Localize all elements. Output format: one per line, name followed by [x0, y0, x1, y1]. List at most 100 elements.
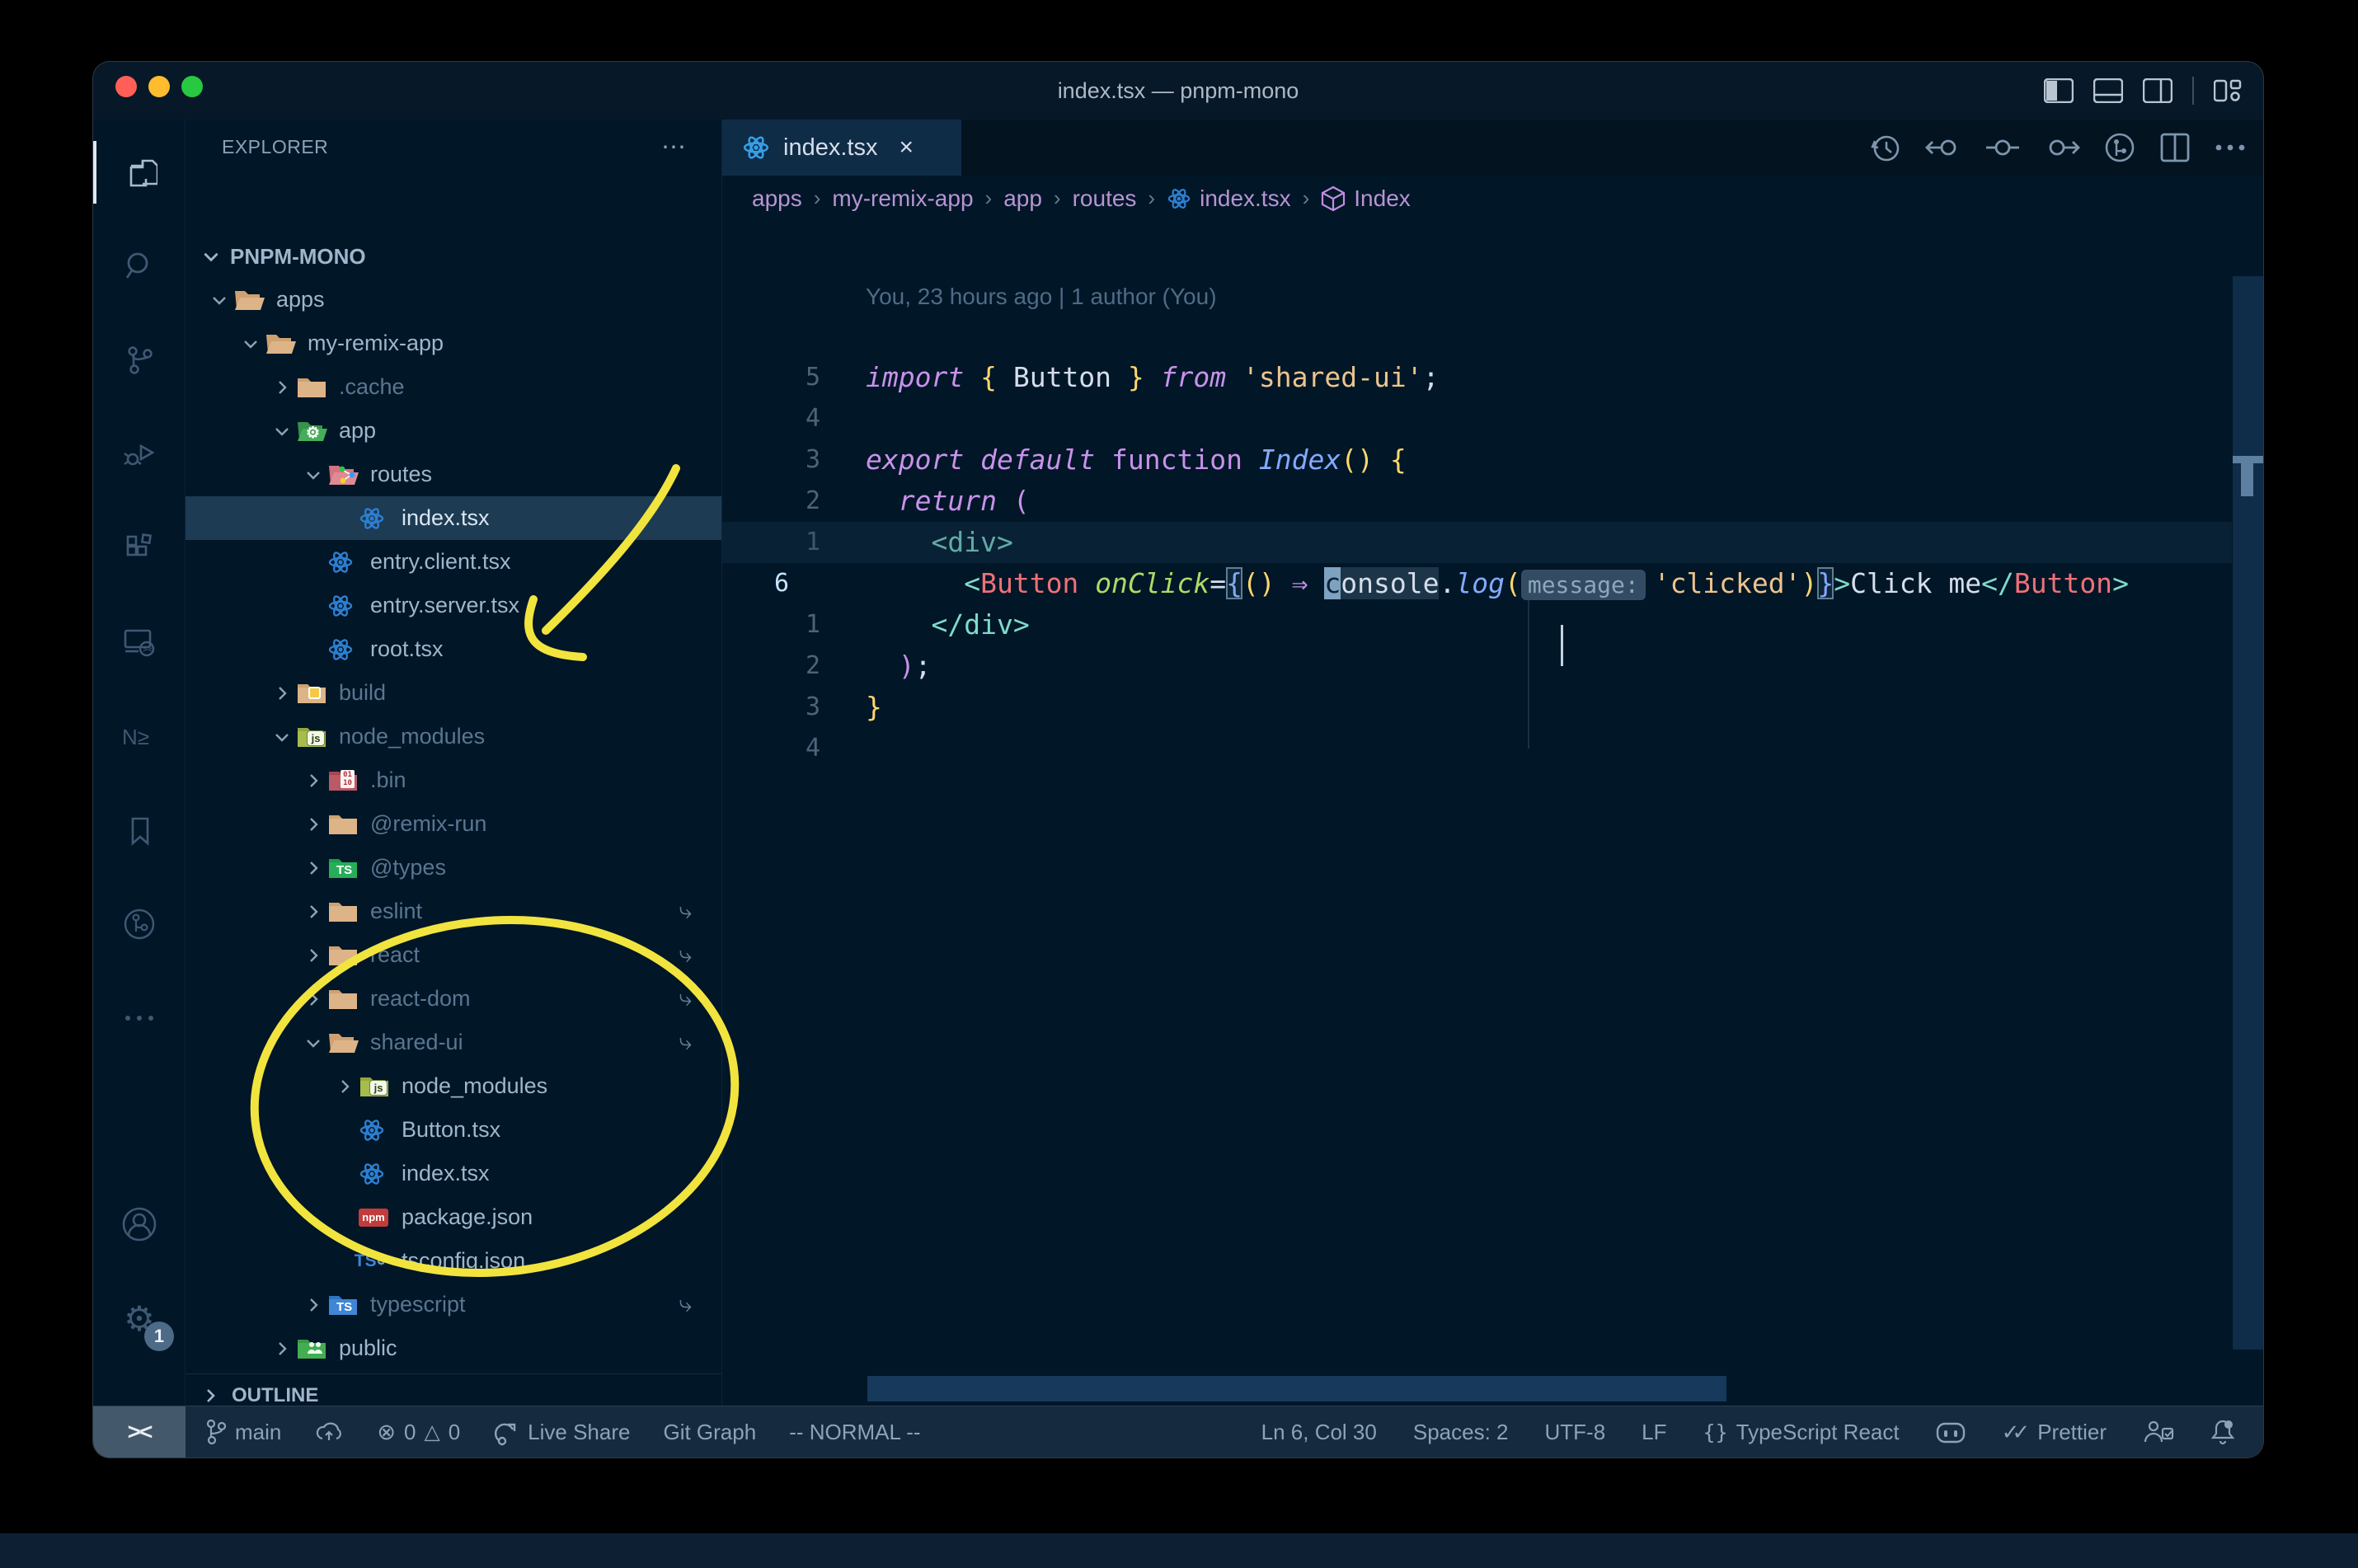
- workspace-root-label: PNPM-MONO: [230, 243, 366, 269]
- explorer-more-actions-icon[interactable]: ⋯: [661, 133, 688, 162]
- tree-item-@types[interactable]: TS @types: [186, 846, 721, 890]
- breadcrumb-item[interactable]: index.tsx: [1167, 185, 1291, 212]
- status-language-mode[interactable]: {} TypeScript React: [1703, 1420, 1900, 1445]
- status-feedback[interactable]: [2143, 1419, 2174, 1445]
- code-line: 1 <div>: [722, 481, 2232, 558]
- toggle-secondary-sidebar-icon[interactable]: [2143, 78, 2172, 103]
- horizontal-scrollbar[interactable]: [867, 1376, 1726, 1401]
- status-live-share[interactable]: Live Share: [493, 1418, 630, 1446]
- tree-item-entry.client.tsx[interactable]: entry.client.tsx: [186, 540, 721, 584]
- chevron-right-icon: [299, 946, 327, 965]
- sidebar-title: EXPLORER: [222, 135, 329, 157]
- status-eol[interactable]: LF: [1642, 1420, 1666, 1445]
- folder-icon: [327, 985, 364, 1013]
- activity-nx-console[interactable]: N≥: [93, 695, 186, 777]
- tree-item-label: typescript: [370, 1292, 466, 1317]
- react-icon: [327, 592, 364, 620]
- tree-item-label: @types: [370, 855, 446, 880]
- activity-git-graph[interactable]: [93, 883, 186, 965]
- tree-item-Button.tsx[interactable]: Button.tsx: [186, 1108, 721, 1152]
- tree-item-@remix-run[interactable]: @remix-run: [186, 802, 721, 846]
- tree-item-shared-ui[interactable]: shared-ui ⤷: [186, 1021, 721, 1064]
- tree-item-typescript[interactable]: TS typescript ⤷: [186, 1283, 721, 1326]
- tree-item-label: eslint: [370, 899, 423, 923]
- tree-item-.bin[interactable]: 01 10 .bin: [186, 758, 721, 802]
- activity-remote-explorer[interactable]: ><: [93, 601, 186, 683]
- status-copilot[interactable]: [1936, 1419, 1966, 1445]
- code-line: 1 </div>: [722, 563, 2232, 641]
- status-git-graph[interactable]: Git Graph: [663, 1420, 756, 1445]
- tree-item-react[interactable]: react ⤷: [186, 933, 721, 977]
- breadcrumb-item[interactable]: routes: [1073, 185, 1137, 212]
- activity-extensions[interactable]: [93, 507, 186, 589]
- titlebar: index.tsx — pnpm-mono: [93, 62, 2263, 120]
- breadcrumb-item[interactable]: Index: [1321, 185, 1411, 212]
- tree-item-entry.server.tsx[interactable]: entry.server.tsx: [186, 584, 721, 627]
- status-cursor-position[interactable]: Ln 6, Col 30: [1261, 1420, 1377, 1445]
- code-editor[interactable]: You, 23 hours ago | 1 author (You) 5 impo…: [722, 221, 2232, 1406]
- status-vim-mode[interactable]: -- NORMAL --: [789, 1420, 920, 1445]
- folder-icon: js: [296, 723, 332, 751]
- status-encoding[interactable]: UTF-8: [1545, 1420, 1606, 1445]
- change-node-icon[interactable]: [1985, 133, 2021, 162]
- tree-item-node_modules[interactable]: js node_modules: [186, 1064, 721, 1108]
- status-notifications[interactable]: [2210, 1418, 2235, 1446]
- tree-item-label: tsconfig.json: [402, 1248, 526, 1273]
- tree-item-my-remix-app[interactable]: my-remix-app: [186, 322, 721, 365]
- chevron-right-icon: [268, 378, 296, 397]
- tree-item-tsconfig.json[interactable]: TS ⚙ tsconfig.json: [186, 1239, 721, 1283]
- remote-indicator[interactable]: ><: [93, 1406, 186, 1458]
- status-sync[interactable]: [314, 1420, 344, 1444]
- folder-icon: TS: [327, 1291, 364, 1319]
- timeline-icon[interactable]: [1869, 131, 1902, 164]
- folder-icon: TS: [327, 854, 364, 882]
- activity-source-control[interactable]: [93, 319, 186, 401]
- status-prettier[interactable]: ✓✓ Prettier: [2002, 1420, 2107, 1445]
- tree-item-build[interactable]: build: [186, 671, 721, 715]
- activity-more-views[interactable]: [93, 977, 186, 1059]
- activity-explorer[interactable]: [93, 131, 186, 214]
- tree-item-app[interactable]: ⚙ app: [186, 409, 721, 453]
- activity-bookmarks[interactable]: [93, 789, 186, 871]
- breadcrumb-item[interactable]: my-remix-app: [832, 185, 973, 212]
- activity-search[interactable]: [93, 225, 186, 307]
- activity-settings[interactable]: ⚙ 1: [93, 1277, 186, 1359]
- tree-item-index.tsx[interactable]: index.tsx: [186, 1152, 721, 1195]
- breadcrumb-item[interactable]: app: [1003, 185, 1042, 212]
- status-branch[interactable]: main: [205, 1419, 281, 1445]
- status-problems[interactable]: ⊗ 0 △ 0: [377, 1420, 460, 1445]
- tree-item-eslint[interactable]: eslint ⤷: [186, 890, 721, 933]
- next-change-icon[interactable]: [2044, 133, 2080, 162]
- tree-item-label: entry.server.tsx: [370, 593, 520, 617]
- tree-item-.cache[interactable]: .cache: [186, 365, 721, 409]
- more-actions-icon[interactable]: [2214, 143, 2247, 153]
- activity-accounts[interactable]: [93, 1183, 186, 1265]
- toggle-panel-icon[interactable]: [2093, 78, 2123, 103]
- workspace-root-item[interactable]: PNPM-MONO: [186, 235, 721, 278]
- tree-item-react-dom[interactable]: react-dom ⤷: [186, 977, 721, 1021]
- tree-item-apps[interactable]: apps: [186, 278, 721, 322]
- tree-item-node_modules[interactable]: js node_modules: [186, 715, 721, 758]
- status-indentation[interactable]: Spaces: 2: [1413, 1420, 1509, 1445]
- breadcrumb-item[interactable]: apps: [752, 185, 802, 212]
- tab-bar: index.tsx ×: [722, 120, 2263, 176]
- git-graph-circle-icon[interactable]: [2103, 131, 2136, 164]
- prev-change-icon[interactable]: [1925, 133, 1961, 162]
- svg-text:N≥: N≥: [122, 725, 149, 749]
- overview-ruler[interactable]: [2233, 276, 2263, 1350]
- tree-item-routes[interactable]: routes: [186, 453, 721, 496]
- symlink-icon: ⤷: [679, 1029, 692, 1054]
- code-line: 2 return (: [722, 439, 2232, 517]
- customize-layout-icon[interactable]: [2214, 77, 2242, 104]
- tree-item-package.json[interactable]: npm package.json: [186, 1195, 721, 1239]
- tree-item-index.tsx[interactable]: index.tsx: [186, 496, 721, 540]
- status-bar: >< main ⊗ 0 △ 0 Live Share Git Graph -- NORMAL …: [93, 1406, 2263, 1458]
- tree-item-label: index.tsx: [402, 1161, 490, 1185]
- close-tab-icon[interactable]: ×: [899, 134, 914, 162]
- split-editor-icon[interactable]: [2159, 132, 2191, 163]
- tab-index-tsx[interactable]: index.tsx ×: [722, 120, 961, 176]
- tree-item-root.tsx[interactable]: root.tsx: [186, 627, 721, 671]
- activity-run-debug[interactable]: [93, 413, 186, 495]
- toggle-primary-sidebar-icon[interactable]: [2044, 78, 2074, 103]
- tree-item-public[interactable]: public: [186, 1326, 721, 1370]
